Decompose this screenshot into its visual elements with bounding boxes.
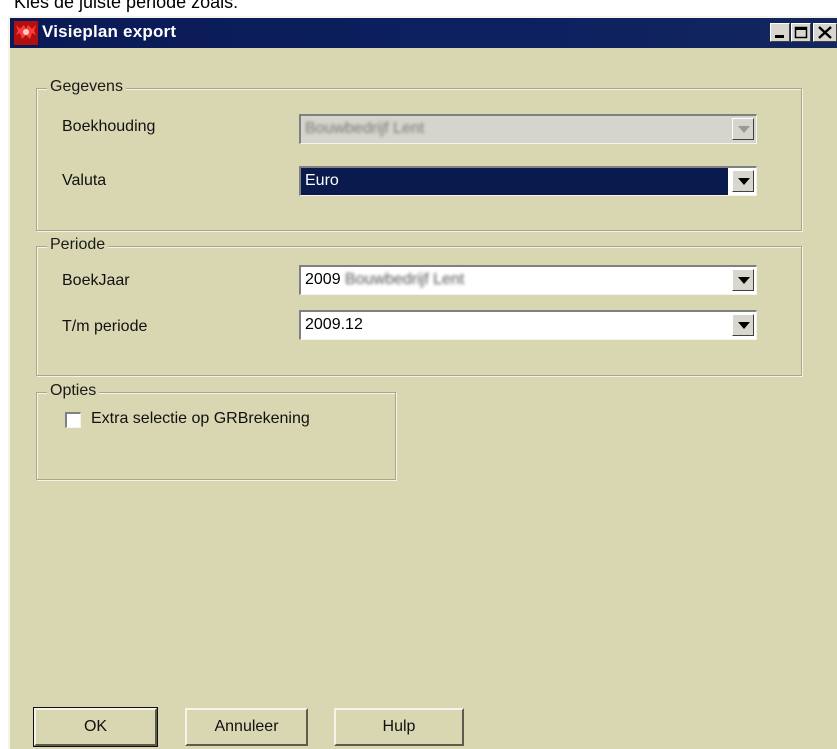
chevron-down-icon — [738, 322, 750, 329]
annuleer-button[interactable]: Annuleer — [185, 708, 308, 746]
valuta-select[interactable]: Euro — [299, 166, 757, 196]
title-bar[interactable]: Visieplan export — [10, 18, 837, 48]
caption-text: Kies de juiste periode zoals: — [14, 0, 239, 12]
close-icon — [818, 26, 832, 39]
window-title: Visieplan export — [42, 22, 177, 41]
boekjaar-year: 2009 — [305, 271, 341, 288]
boekjaar-select[interactable]: 2009 Bouwbedrijf Lent — [299, 265, 757, 295]
maximize-button[interactable] — [791, 23, 811, 42]
minimize-button[interactable] — [770, 23, 790, 42]
boekhouding-value: Bouwbedrijf Lent — [305, 120, 425, 137]
extra-selectie-label[interactable]: Extra selectie op GRBrekening — [91, 410, 310, 428]
close-button[interactable] — [813, 23, 837, 42]
valuta-dropdown-button[interactable] — [732, 170, 754, 192]
group-title-opties: Opties — [47, 381, 100, 401]
chevron-down-icon — [738, 178, 750, 185]
tm-periode-label: T/m periode — [62, 318, 148, 335]
tm-periode-select[interactable]: 2009.12 — [299, 310, 757, 340]
chevron-down-icon — [738, 126, 750, 133]
chevron-down-icon — [738, 277, 750, 284]
valuta-label: Valuta — [62, 172, 107, 189]
tm-periode-dropdown-button[interactable] — [732, 314, 754, 336]
groupbox-gegevens: Gegevens — [36, 77, 802, 231]
extra-selectie-checkbox[interactable] — [65, 412, 81, 428]
boekjaar-label: BoekJaar — [62, 272, 130, 289]
boekhouding-label: Boekhouding — [62, 118, 156, 135]
boekhouding-select: Bouwbedrijf Lent — [299, 114, 757, 144]
boekhouding-dropdown-button — [732, 118, 754, 140]
ok-button[interactable]: OK — [33, 707, 158, 747]
dialog-window: Visieplan export Gegevens Boekhouding Bo… — [8, 16, 837, 749]
tm-periode-value: 2009.12 — [305, 316, 363, 333]
hulp-button[interactable]: Hulp — [334, 708, 464, 746]
minimize-icon — [775, 35, 784, 38]
group-title-periode: Periode — [47, 235, 109, 255]
valuta-value: Euro — [301, 168, 728, 195]
groupbox-opties: Opties — [36, 381, 396, 480]
app-icon — [14, 21, 38, 45]
group-title-gegevens: Gegevens — [47, 77, 126, 97]
maximize-icon — [794, 26, 808, 39]
boekjaar-value-rest: Bouwbedrijf Lent — [345, 271, 465, 288]
boekjaar-dropdown-button[interactable] — [732, 269, 754, 291]
